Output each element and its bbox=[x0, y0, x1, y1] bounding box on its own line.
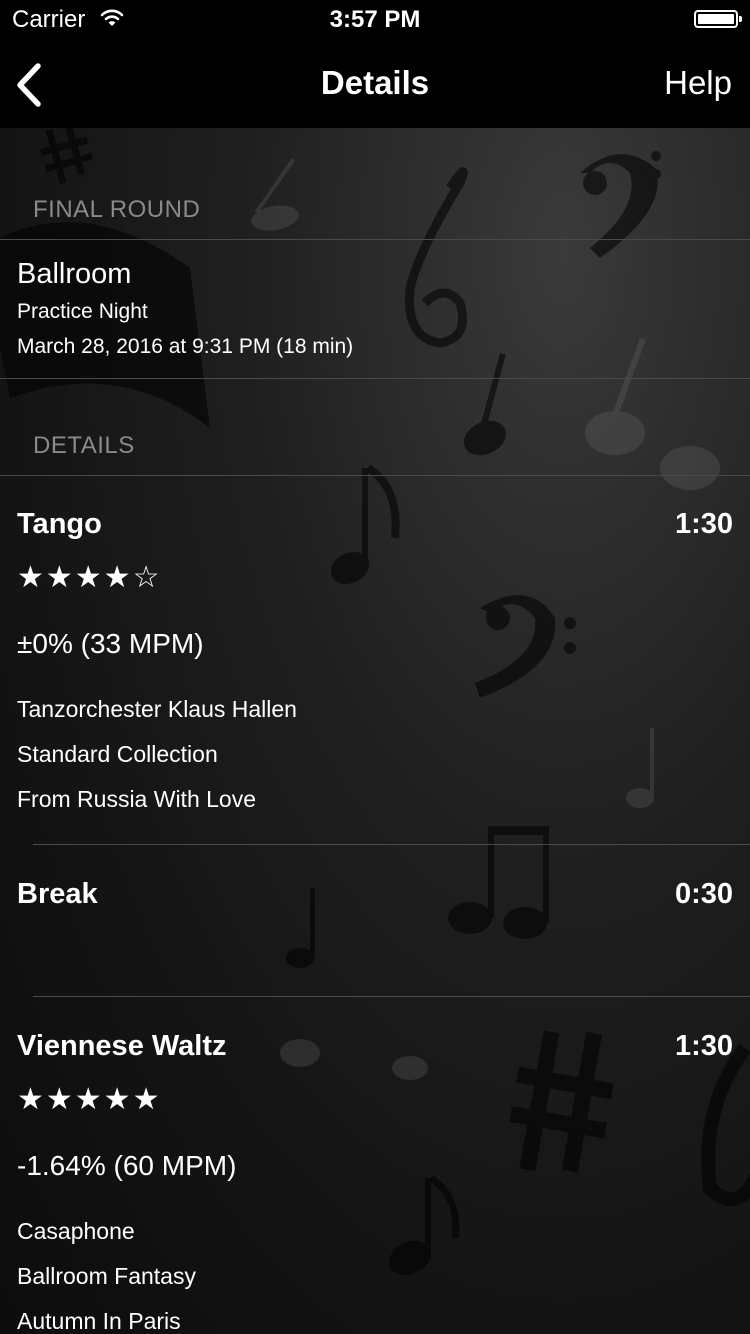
track-label: Autumn In Paris bbox=[17, 1308, 181, 1334]
dance-duration: 1:30 bbox=[674, 1030, 733, 1062]
track-label: From Russia With Love bbox=[17, 786, 257, 812]
album-label: Ballroom Fantasy bbox=[17, 1263, 196, 1289]
help-button[interactable]: Help bbox=[664, 64, 732, 102]
dance-name: Break bbox=[17, 878, 98, 910]
tempo-label: ±0% (33 MPM) bbox=[17, 628, 204, 659]
dance-duration: 1:30 bbox=[674, 508, 733, 540]
page-title: Details bbox=[320, 64, 430, 101]
details-content[interactable]: FINAL ROUND Ballroom Practice Night Marc… bbox=[0, 128, 750, 1334]
session-subtitle: Practice Night bbox=[17, 300, 148, 323]
dance-name: Viennese Waltz bbox=[17, 1030, 227, 1062]
dance-duration: 0:30 bbox=[674, 878, 733, 910]
divider bbox=[0, 378, 750, 379]
navigation-bar: Details Help bbox=[0, 40, 750, 128]
star-rating: ★★★★☆ bbox=[17, 561, 162, 594]
section-header-details: DETAILS bbox=[33, 432, 135, 459]
session-datetime: March 28, 2016 at 9:31 PM (18 min) bbox=[17, 335, 354, 358]
divider bbox=[33, 844, 750, 845]
status-bar: Carrier 3:57 PM bbox=[0, 0, 750, 40]
divider bbox=[0, 475, 750, 476]
tempo-label: -1.64% (60 MPM) bbox=[17, 1150, 237, 1181]
album-label: Standard Collection bbox=[17, 741, 218, 767]
section-header-final-round: FINAL ROUND bbox=[33, 196, 201, 223]
divider bbox=[0, 239, 750, 240]
dance-name: Tango bbox=[17, 508, 102, 540]
star-rating: ★★★★★ bbox=[17, 1083, 162, 1116]
status-time: 3:57 PM bbox=[329, 6, 421, 33]
session-title: Ballroom bbox=[17, 258, 132, 290]
battery-icon bbox=[694, 10, 742, 28]
divider bbox=[33, 996, 750, 997]
artist-label: Tanzorchester Klaus Hallen bbox=[17, 696, 297, 722]
artist-label: Casaphone bbox=[17, 1218, 135, 1244]
